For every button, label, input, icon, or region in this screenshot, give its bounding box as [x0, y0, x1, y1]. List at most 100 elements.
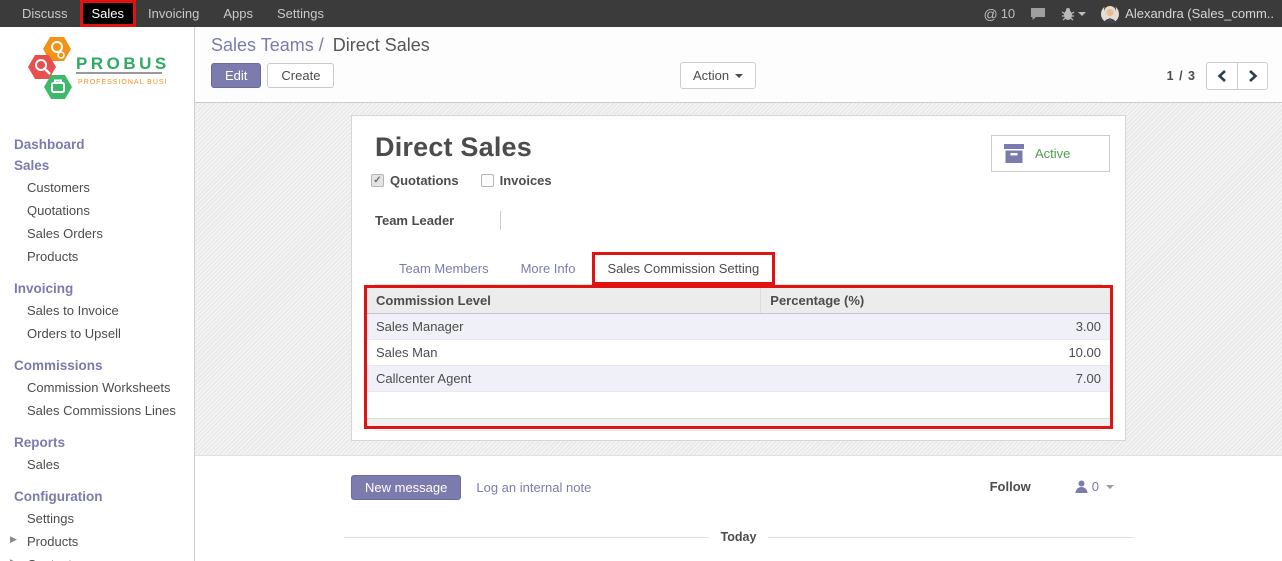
followers-menu[interactable]: 0 [1075, 479, 1114, 494]
action-label: Action [693, 68, 729, 83]
checkbox-label: Invoices [500, 173, 552, 188]
breadcrumb: Sales Teams / Direct Sales [211, 35, 1282, 56]
chevron-down-icon [1106, 485, 1114, 489]
chatter: New message Log an internal note Follow … [195, 455, 1282, 561]
team-leader-field[interactable] [501, 211, 1102, 230]
checkbox-label: Quotations [390, 173, 459, 188]
avatar [1101, 5, 1119, 23]
chat-bubble-icon [1030, 7, 1046, 21]
notebook-tabs: Team MembersMore InfoSales Commission Se… [375, 252, 1102, 285]
pager: 1 / 3 [1167, 62, 1268, 90]
sidebar-item-sales-commissions-lines[interactable]: Sales Commissions Lines [0, 399, 194, 422]
messages-icon[interactable] [1030, 7, 1046, 21]
column-header[interactable]: Commission Level [367, 288, 761, 314]
expand-arrow-icon[interactable]: ▶ [10, 557, 17, 561]
tab-sales-commission-setting[interactable]: Sales Commission Setting [592, 252, 776, 285]
pager-counter: 1 / 3 [1167, 69, 1196, 83]
control-bar: Sales Teams / Direct Sales Edit Create A… [195, 27, 1282, 103]
table-row[interactable]: Sales Manager3.00 [367, 314, 1110, 340]
table-row[interactable]: Callcenter Agent7.00 [367, 366, 1110, 392]
nav-item-apps[interactable]: Apps [211, 0, 265, 27]
active-label: Active [1035, 146, 1070, 161]
checkbox-checked-icon[interactable]: ✓ [371, 174, 384, 187]
sidebar-item-commissions[interactable]: Commissions [0, 355, 194, 376]
checkbox-unchecked-icon[interactable] [481, 174, 494, 187]
follow-button[interactable]: Follow [990, 479, 1031, 494]
mention-count: 10 [1001, 6, 1015, 21]
edit-button[interactable]: Edit [211, 63, 261, 88]
sidebar-item-reports[interactable]: Reports [0, 432, 194, 453]
commission-table: Commission LevelPercentage (%) Sales Man… [367, 288, 1110, 418]
nav-item-sales[interactable]: Sales [80, 0, 137, 27]
table-row[interactable]: Sales Man10.00 [367, 340, 1110, 366]
archive-box-icon [1002, 144, 1026, 163]
sheet-separator [375, 430, 1102, 431]
table-footer-strip [367, 418, 1110, 426]
topbar-right: @ 10 Alexandra (Sales_comm.. [983, 0, 1282, 27]
checkbox-row: ✓ Quotations Invoices [371, 173, 1102, 188]
sidebar-item-products[interactable]: Products [0, 245, 194, 268]
percentage-cell[interactable]: 7.00 [761, 366, 1110, 392]
create-button[interactable]: Create [267, 63, 334, 88]
sidebar-item-dashboard[interactable]: Dashboard [0, 134, 194, 155]
today-label: Today [709, 530, 769, 544]
content-area: Active Direct Sales ✓QuotationsInvoices … [195, 103, 1282, 455]
breadcrumb-current: Direct Sales [333, 35, 430, 55]
chevron-down-icon [1078, 12, 1086, 16]
sidebar-item-invoicing[interactable]: Invoicing [0, 278, 194, 299]
tab-more-info[interactable]: More Info [505, 253, 592, 284]
commission-table-container: Commission LevelPercentage (%) Sales Man… [364, 285, 1113, 429]
sidebar-item-configuration[interactable]: Configuration [0, 486, 194, 507]
sidebar-item-sales[interactable]: Sales [0, 453, 194, 476]
user-name: Alexandra (Sales_comm.. [1125, 6, 1274, 21]
percentage-cell[interactable]: 10.00 [761, 340, 1110, 366]
log-internal-note-link[interactable]: Log an internal note [476, 480, 591, 495]
nav-item-settings[interactable]: Settings [265, 0, 336, 27]
top-nav-menu: DiscussSalesInvoicingAppsSettings [0, 0, 336, 27]
at-icon: @ [983, 6, 997, 22]
percentage-cell[interactable]: 3.00 [761, 314, 1110, 340]
logo-tagline-text: PROFESSIONAL BUSINESS [78, 79, 168, 86]
nav-item-discuss[interactable]: Discuss [10, 0, 80, 27]
checkbox-quotations[interactable]: ✓ Quotations [371, 173, 459, 188]
active-button[interactable]: Active [991, 135, 1110, 172]
user-menu[interactable]: Alexandra (Sales_comm.. [1101, 5, 1274, 23]
commission-level-cell[interactable]: Sales Man [367, 340, 761, 366]
sidebar-item-sales-to-invoice[interactable]: Sales to Invoice [0, 299, 194, 322]
tab-team-members[interactable]: Team Members [383, 253, 505, 284]
action-dropdown[interactable]: Action [680, 62, 756, 89]
sidebar-item-settings[interactable]: Settings [0, 507, 194, 530]
debug-menu[interactable] [1061, 7, 1086, 21]
checkbox-invoices[interactable]: Invoices [481, 173, 552, 188]
nav-item-invoicing[interactable]: Invoicing [136, 0, 211, 27]
empty-table-row [367, 392, 1110, 418]
commission-level-cell[interactable]: Callcenter Agent [367, 366, 761, 392]
pager-next-button[interactable] [1237, 62, 1268, 90]
sidebar-item-products[interactable]: ▶Products [0, 530, 194, 553]
sidebar-item-quotations[interactable]: Quotations [0, 199, 194, 222]
commission-level-cell[interactable]: Sales Manager [367, 314, 761, 340]
sidebar-item-sales-orders[interactable]: Sales Orders [0, 222, 194, 245]
sidebar-item-sales[interactable]: Sales [0, 155, 194, 176]
sidebar: PROBUSE PROFESSIONAL BUSINESS DashboardS… [0, 27, 195, 561]
today-divider: Today [344, 530, 1134, 544]
logo-brand-text: PROBUSE [76, 54, 168, 73]
sidebar-item-orders-to-upsell[interactable]: Orders to Upsell [0, 322, 194, 345]
sidebar-item-commission-worksheets[interactable]: Commission Worksheets [0, 376, 194, 399]
sidebar-item-customers[interactable]: Customers [0, 176, 194, 199]
expand-arrow-icon[interactable]: ▶ [10, 534, 17, 545]
mentions-indicator[interactable]: @ 10 [983, 6, 1015, 22]
form-sheet: Active Direct Sales ✓QuotationsInvoices … [351, 115, 1126, 441]
pager-previous-button[interactable] [1206, 62, 1237, 90]
column-header[interactable]: Percentage (%) [761, 288, 1110, 314]
top-navbar: DiscussSalesInvoicingAppsSettings @ 10 [0, 0, 1282, 27]
team-leader-field-row: Team Leader [375, 211, 1102, 230]
bug-icon [1061, 7, 1075, 21]
follower-count: 0 [1092, 479, 1099, 494]
chevron-right-icon [1248, 70, 1258, 82]
new-message-button[interactable]: New message [351, 475, 461, 500]
chevron-left-icon [1217, 70, 1227, 82]
sidebar-item-contacts[interactable]: ▶Contacts [0, 553, 194, 561]
breadcrumb-parent-link[interactable]: Sales Teams / [211, 35, 324, 55]
sidebar-menu: DashboardSalesCustomersQuotationsSales O… [0, 134, 194, 561]
